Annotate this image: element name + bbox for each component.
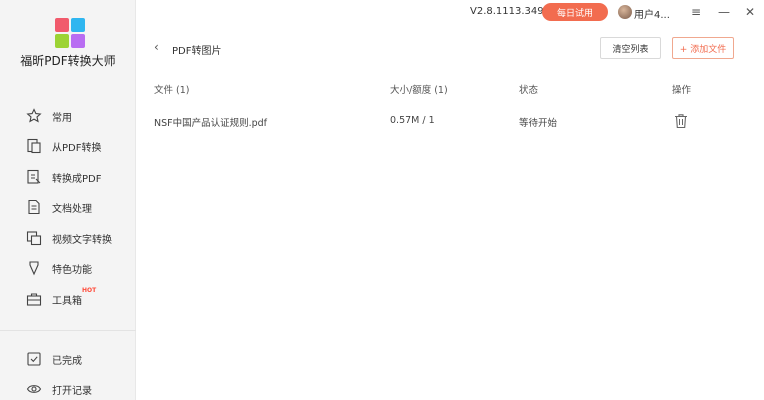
clear-list-button[interactable]: 清空列表 (600, 37, 661, 59)
version-label: V2.8.1113.349 (470, 6, 544, 17)
sidebar-item-label: 工具箱 (52, 295, 82, 307)
close-icon[interactable]: ✕ (740, 2, 760, 22)
from-pdf-icon (26, 138, 42, 154)
delete-icon[interactable] (674, 113, 688, 129)
file-status: 等待开始 (519, 118, 558, 129)
sidebar-item-label: 从PDF转换 (52, 142, 102, 154)
sidebar-item-from-pdf[interactable]: 从PDF转换 (0, 132, 136, 160)
daily-trial-button[interactable]: 每日试用 (542, 3, 608, 21)
column-header-size: 大小/额度 (1) (390, 85, 448, 96)
star-icon (26, 108, 42, 124)
sidebar-item-label: 文档处理 (52, 203, 92, 215)
sidebar-item-label: 已完成 (52, 355, 82, 367)
check-icon (26, 351, 42, 367)
sidebar-item-label: 常用 (52, 112, 72, 124)
page-title: PDF转图片 (172, 46, 222, 57)
sidebar-item-toolbox[interactable]: 工具箱 HOT (0, 285, 136, 313)
sidebar-item-completed[interactable]: 已完成 (0, 345, 136, 373)
sidebar-divider (0, 330, 136, 331)
add-file-button[interactable]: + 添加文件 (672, 37, 734, 59)
sidebar-item-video-text[interactable]: 视频文字转换 (0, 224, 136, 252)
app-logo (55, 18, 85, 48)
column-header-status: 状态 (519, 85, 539, 96)
sidebar-item-feature[interactable]: 特色功能 (0, 254, 136, 282)
username[interactable]: 用户4... (634, 6, 670, 21)
sidebar-item-label: 视频文字转换 (52, 234, 112, 246)
file-size: 0.57M / 1 (390, 115, 435, 126)
sidebar-item-open-history[interactable]: 打开记录 (0, 375, 136, 400)
document-icon (26, 199, 42, 215)
column-header-file: 文件 (1) (154, 85, 190, 96)
toolbox-icon (26, 291, 42, 307)
avatar[interactable] (618, 5, 632, 19)
hot-badge: HOT (82, 287, 97, 294)
sidebar-item-label: 特色功能 (52, 264, 92, 276)
file-name: NSF中国产品认证规则.pdf (154, 118, 268, 129)
feature-icon (26, 260, 42, 276)
app-brand: 福昕PDF转换大师 (20, 54, 116, 68)
back-icon[interactable]: ‹ (154, 40, 159, 54)
sidebar-item-to-pdf[interactable]: 转换成PDF (0, 163, 136, 191)
sidebar: 福昕PDF转换大师 常用 从PDF转换 转换成PDF 文档处理 视频文字转换 特… (0, 0, 136, 400)
video-text-icon (26, 230, 42, 246)
sidebar-item-common[interactable]: 常用 (0, 102, 136, 130)
sidebar-item-label: 打开记录 (52, 385, 92, 397)
sidebar-item-document[interactable]: 文档处理 (0, 193, 136, 221)
to-pdf-icon (26, 169, 42, 185)
menu-icon[interactable]: ≡ (686, 2, 706, 22)
minimize-icon[interactable]: — (714, 2, 734, 22)
sidebar-item-label: 转换成PDF (52, 173, 102, 185)
app-window: 福昕PDF转换大师 常用 从PDF转换 转换成PDF 文档处理 视频文字转换 特… (0, 0, 764, 400)
eye-icon (26, 381, 42, 397)
column-header-action: 操作 (672, 85, 692, 96)
